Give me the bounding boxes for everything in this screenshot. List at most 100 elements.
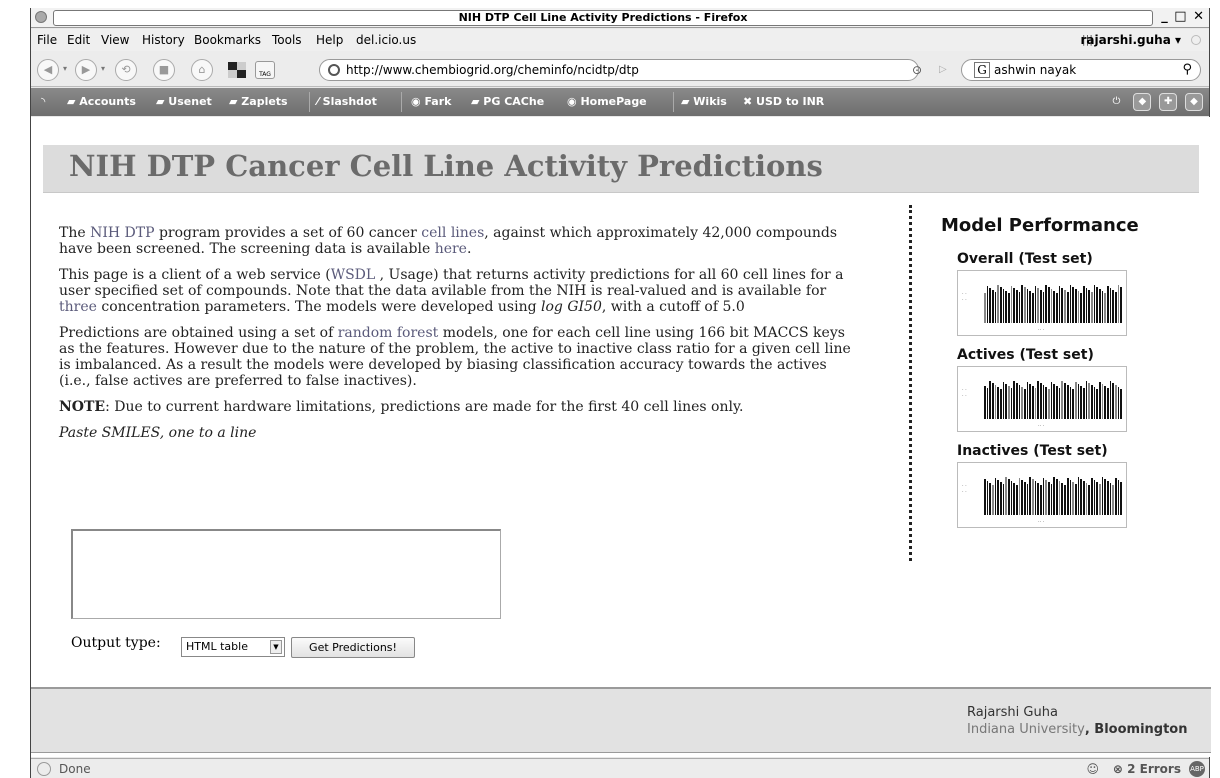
forward-icon[interactable]: ▶ (75, 59, 97, 81)
grid-icon[interactable] (227, 61, 247, 79)
nih-dtp-link[interactable]: NIH DTP (90, 225, 154, 241)
toolbar-extras: ⏻ ◆ ✚ ◆ (1104, 93, 1203, 112)
menu-file[interactable]: File (37, 33, 57, 47)
thumbnail-bar (1000, 482, 1002, 515)
bookmark-pg-cache[interactable]: ▰ PG CAChe (471, 95, 544, 108)
forward-dropdown-icon[interactable]: ▾ (101, 64, 105, 73)
thumbnail-bar (1082, 388, 1085, 419)
url-bar[interactable]: http://www.chembiogrid.org/cheminfo/ncid… (319, 59, 922, 81)
search-icon[interactable]: ⚲ (1182, 62, 1192, 77)
thumbnail-bar (1114, 292, 1117, 323)
power-icon[interactable]: ⏻ (1108, 94, 1126, 112)
user-menu[interactable]: rajarshi.guha ▾ (1081, 33, 1181, 47)
three-link[interactable]: three (59, 299, 97, 315)
bookmark-usd-to-inr[interactable]: ✖ USD to INR (743, 95, 824, 108)
actives-chart-image[interactable]: · · · · ·· · (957, 366, 1127, 432)
window-controls[interactable]: _ □ ✕ (1161, 9, 1205, 24)
bookmark-slashdot[interactable]: ⁄ Slashdot (317, 95, 377, 108)
bookmark-usenet[interactable]: ▰ Usenet (156, 95, 212, 108)
thumbnail-bar (1000, 287, 1002, 323)
inactives-chart-image[interactable]: · · · · ·· · (957, 462, 1127, 528)
thumbnail-bar (1088, 383, 1090, 419)
thumbnail-bar (1058, 481, 1061, 515)
thumbnail-bar (1032, 386, 1034, 419)
adblock-icon[interactable]: ABP (1189, 761, 1205, 777)
thumbnail-bar (1114, 478, 1117, 515)
google-icon[interactable]: G (974, 62, 990, 78)
thumbnail-bar (1109, 483, 1112, 515)
reload-icon[interactable]: ⟲ (115, 59, 137, 81)
thumbnail-bar (989, 288, 992, 323)
bookmark-homepage[interactable]: ◉ HomePage (567, 95, 647, 108)
thumbnail-bar (1045, 387, 1048, 419)
thumbnail-bar (1005, 477, 1008, 515)
thumbnail-bar (1112, 485, 1114, 515)
error-count[interactable]: ⊗ 2 Errors (1113, 762, 1181, 776)
stop-icon[interactable]: ■ (153, 59, 175, 81)
cell-lines-link[interactable]: cell lines (421, 225, 484, 241)
thumbnail-bar (1058, 388, 1061, 419)
menu-bookmarks[interactable]: Bookmarks (194, 33, 261, 47)
bookmark-accounts[interactable]: ▰ Accounts (67, 95, 136, 108)
smiles-input[interactable] (71, 529, 501, 619)
thumbnail-bar (1037, 288, 1040, 323)
menu-edit[interactable]: Edit (67, 33, 90, 47)
random-forest-link[interactable]: random forest (338, 325, 439, 341)
connection-icon (37, 762, 51, 776)
bookmark-fark[interactable]: ◉ Fark (411, 95, 451, 108)
back-dropdown-icon[interactable]: ▾ (63, 64, 67, 73)
thumbnail-bar (1000, 389, 1002, 419)
back-icon[interactable]: ◀ (37, 59, 59, 81)
chevron-icon[interactable]: ◆ (1133, 93, 1152, 111)
thumbnail-bar (989, 381, 992, 419)
thumbnail-bar (1069, 285, 1072, 323)
smiley-icon[interactable]: ☺ (1086, 762, 1099, 776)
wsdl-link[interactable]: WSDL (331, 267, 376, 283)
menu-help[interactable]: Help (316, 33, 343, 47)
axis-mark: · · · · (962, 387, 967, 399)
menu-history[interactable]: History (142, 33, 185, 47)
go-icon[interactable]: ▷ (939, 64, 947, 75)
indiana-university-link[interactable]: Indiana University (967, 722, 1085, 737)
here-link[interactable]: here (435, 241, 467, 257)
shield-icon[interactable]: ◆ (1185, 93, 1203, 111)
tag-icon[interactable]: TAG (255, 61, 275, 79)
get-predictions-button[interactable]: Get Predictions! (291, 637, 415, 658)
thumbnail-bar (1053, 291, 1056, 323)
thumbnail-bar (1061, 288, 1064, 323)
menu-tools[interactable]: Tools (272, 33, 302, 47)
arrow-up-icon[interactable]: ✚ (1159, 93, 1178, 111)
thumbnail-bar (1114, 385, 1117, 419)
home-icon[interactable]: ⌂ (191, 59, 213, 81)
thumbnail-bar (1037, 483, 1040, 515)
separator (309, 92, 310, 112)
menu-view[interactable]: View (101, 33, 129, 47)
thumbnail-bar (1034, 286, 1037, 323)
thumbnail-bar (1074, 289, 1077, 323)
thumbnail-bar (994, 478, 997, 515)
sidebar: Model Performance Overall (Test set) · ·… (941, 215, 1201, 528)
thumbnail-bar (994, 385, 997, 419)
thumbnail-bar (1120, 389, 1122, 419)
thumbnail-bar (1050, 484, 1053, 515)
overall-chart-image[interactable]: · · · · ·· · (957, 270, 1127, 336)
axis-mark: · · · · (962, 483, 967, 495)
thumbnail-bar (1090, 292, 1093, 323)
thumbnail-bar (1002, 484, 1005, 515)
search-bar[interactable]: G ashwin nayak ⚲ (961, 59, 1201, 81)
url-text[interactable]: http://www.chembiogrid.org/cheminfo/ncid… (346, 63, 639, 77)
rss-icon[interactable]: ◝ (41, 95, 45, 108)
bookmark-wikis[interactable]: ▰ Wikis (681, 95, 727, 108)
thumbnail-bar (1106, 388, 1109, 419)
menu-delicious[interactable]: del.icio.us (356, 33, 416, 47)
chevron-down-icon[interactable]: ▼ (270, 640, 282, 654)
window-menu-icon[interactable] (35, 11, 47, 23)
output-type-select[interactable]: HTML table ▼ (181, 637, 285, 657)
thumbnail-bar (1040, 290, 1042, 323)
search-input[interactable]: ashwin nayak (994, 63, 1076, 77)
thumbnail-bar (1005, 291, 1008, 323)
url-reload-icon[interactable]: ⊙ (912, 63, 922, 77)
bar-pattern (984, 381, 1122, 419)
thumbnail-bar (1101, 384, 1104, 419)
bookmark-zaplets[interactable]: ▰ Zaplets (229, 95, 288, 108)
